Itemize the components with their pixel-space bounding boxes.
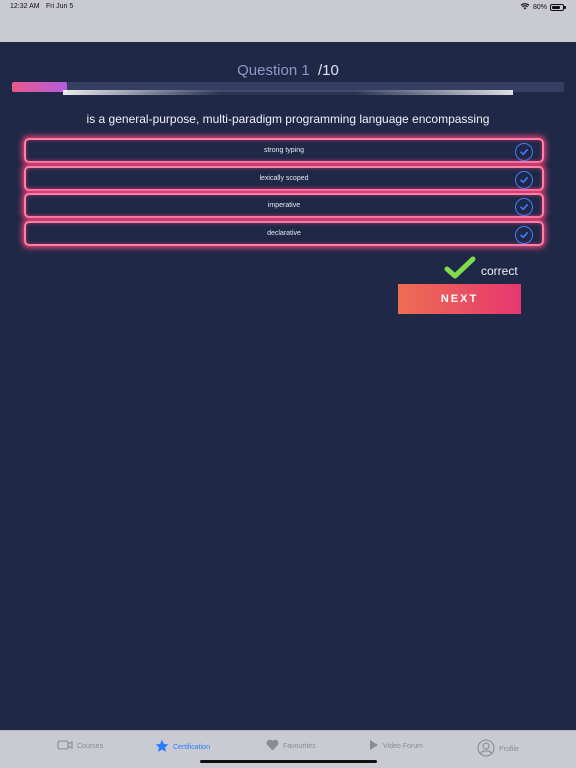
- status-bar: 12:32 AM Fri Jun 5 80%: [0, 0, 576, 14]
- status-right: 80%: [520, 2, 566, 12]
- home-indicator: [200, 760, 377, 763]
- question-label: Question 1: [237, 62, 310, 79]
- battery-percent: 80%: [532, 3, 547, 11]
- heart-icon: [266, 739, 279, 753]
- check-circle-icon: [515, 143, 533, 161]
- question-text: is a general-purpose, multi-paradigm pro…: [86, 112, 490, 126]
- feedback-text: correct: [481, 263, 518, 278]
- progress-fill: [12, 82, 68, 92]
- status-date: Fri Jun 5: [46, 3, 74, 10]
- tab-profile[interactable]: Profile: [477, 739, 519, 759]
- status-time: 12:32 AM: [10, 3, 40, 10]
- tab-video-forum[interactable]: Video Forum: [369, 739, 423, 753]
- answer-option-imperative[interactable]: imperative: [24, 193, 544, 218]
- progress-highlight: [63, 90, 513, 95]
- question-counter: Question 1 /10: [0, 62, 576, 79]
- tab-favourites[interactable]: Favourites: [266, 739, 316, 753]
- tab-label: Profile: [499, 745, 519, 753]
- check-circle-icon: [515, 225, 533, 244]
- tab-label: Video Forum: [383, 742, 423, 750]
- quiz-progress-bar: [12, 82, 564, 95]
- tab-certification[interactable]: Certification: [155, 739, 210, 755]
- user-circle-icon: [477, 739, 495, 759]
- check-circle-icon: [515, 170, 533, 189]
- tab-label: Certification: [173, 743, 210, 751]
- option-label: imperative: [267, 202, 301, 209]
- option-label: declarative: [267, 229, 301, 237]
- wifi-icon: [520, 2, 530, 12]
- play-icon: [369, 739, 379, 753]
- tab-label: Courses: [77, 742, 104, 750]
- answer-feedback: correct: [444, 256, 518, 285]
- next-button[interactable]: NEXT: [398, 284, 521, 314]
- answer-option-strong-typing[interactable]: strong typing: [24, 138, 544, 163]
- star-icon: [155, 739, 169, 755]
- answer-option-lexically-scoped[interactable]: lexically scoped: [24, 165, 544, 191]
- tab-label: Favourites: [283, 742, 316, 750]
- question-total: /10: [318, 62, 339, 79]
- check-circle-icon: [515, 198, 533, 216]
- option-label: lexically scoped: [259, 174, 309, 182]
- answer-options: strong typing lexically scoped imperativ…: [24, 138, 544, 248]
- option-label: strong typing: [263, 147, 305, 154]
- video-camera-icon: [57, 739, 73, 753]
- answer-option-declarative[interactable]: declarative: [24, 220, 544, 246]
- battery-icon: [550, 3, 566, 11]
- tab-courses[interactable]: Courses: [57, 739, 103, 753]
- checkmark-icon: [444, 256, 476, 285]
- navigation-bar: [0, 14, 576, 42]
